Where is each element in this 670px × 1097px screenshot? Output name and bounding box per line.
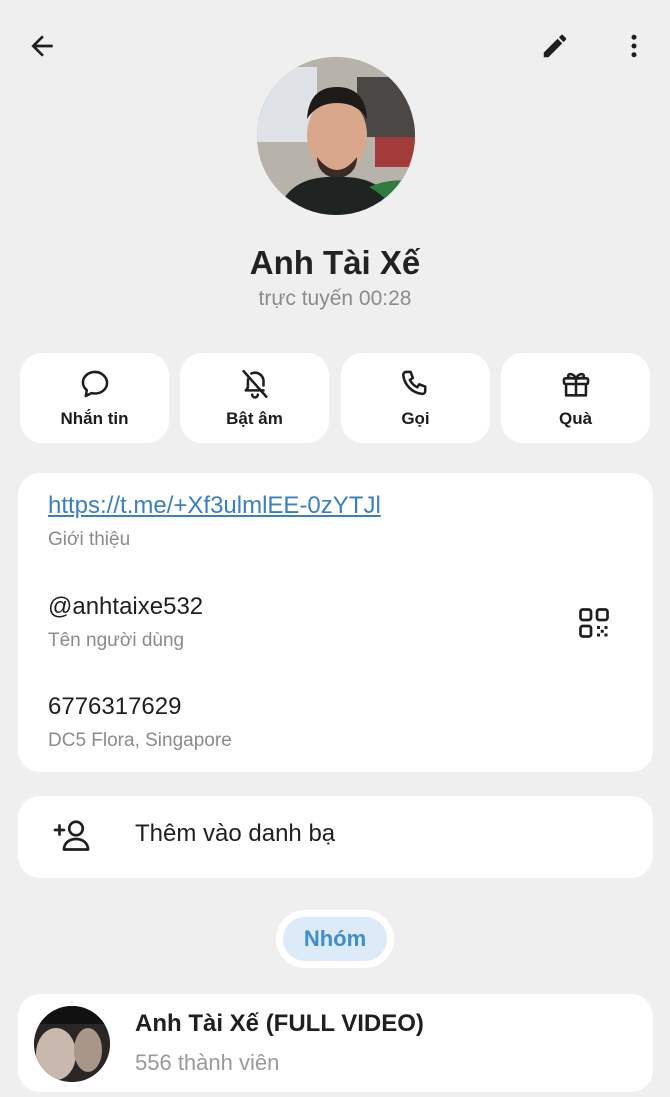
edit-button[interactable]	[531, 22, 579, 70]
bio-row: https://t.me/+Xf3ulmlEE-0zYTJl Giới thiệ…	[48, 492, 381, 551]
unmute-button[interactable]: Bật âm	[180, 353, 329, 443]
section-header: Nhóm	[276, 910, 394, 968]
group-avatar-photo	[34, 1006, 110, 1082]
message-icon	[81, 370, 108, 398]
gift-button[interactable]: Quà	[501, 353, 650, 443]
phone-label: DC5 Flora, Singapore	[48, 730, 232, 751]
qr-button[interactable]	[572, 601, 616, 645]
group-title: Anh Tài Xế (FULL VIDEO)	[135, 1010, 424, 1037]
gift-icon	[562, 372, 589, 397]
profile-status: trực tuyến 00:28	[258, 287, 412, 310]
arrow-left-icon	[31, 35, 53, 57]
pencil-icon	[543, 34, 567, 58]
qr-code-icon	[579, 608, 609, 638]
group-item[interactable]: Anh Tài Xế (FULL VIDEO) 556 thành viên	[18, 994, 653, 1092]
profile-name: Anh Tài Xế	[249, 244, 421, 281]
username-value: @anhtaixe532	[48, 593, 204, 620]
phone-row[interactable]: 6776317629 DC5 Flora, Singapore	[48, 693, 232, 752]
group-avatar	[34, 1006, 110, 1082]
call-label: Gọi	[401, 409, 430, 428]
bio-label: Giới thiệu	[48, 529, 131, 550]
username-row[interactable]: @anhtaixe532 Tên người dùng	[48, 593, 203, 652]
unmute-label: Bật âm	[226, 409, 283, 428]
message-label: Nhắn tin	[60, 409, 129, 428]
gift-label: Quà	[558, 409, 593, 428]
bell-off-icon	[241, 369, 268, 399]
info-card: https://t.me/+Xf3ulmlEE-0zYTJl Giới thiệ…	[18, 473, 653, 772]
groups-section-label: Nhóm	[283, 917, 387, 961]
group-members: 556 thành viên	[135, 1050, 280, 1075]
action-buttons: Nhắn tin Bật âm Gọi Quà	[20, 353, 650, 443]
bio-link[interactable]: https://t.me/+Xf3ulmlEE-0zYTJl	[48, 492, 381, 520]
phone-value: 6776317629	[48, 693, 182, 720]
username-label: Tên người dùng	[48, 630, 185, 651]
more-button[interactable]	[610, 22, 658, 70]
add-contact-label: Thêm vào danh bạ	[135, 820, 336, 847]
call-button[interactable]: Gọi	[341, 353, 490, 443]
profile-avatar[interactable]	[257, 57, 415, 215]
add-contact-button[interactable]: Thêm vào danh bạ	[18, 796, 653, 878]
message-button[interactable]: Nhắn tin	[20, 353, 169, 443]
back-button[interactable]	[18, 22, 66, 70]
avatar-photo	[257, 57, 415, 215]
add-user-icon	[53, 820, 90, 851]
more-vertical-icon	[631, 34, 637, 58]
phone-icon	[401, 370, 426, 396]
